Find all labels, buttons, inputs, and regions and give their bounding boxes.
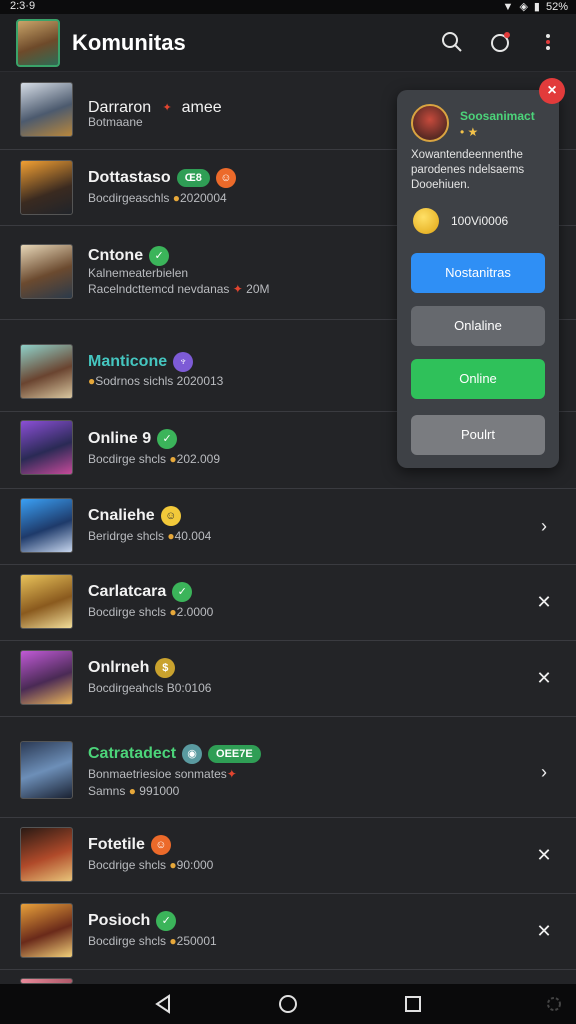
coin-icon: ● (172, 191, 180, 205)
status-bar: 2:3·9 ▼ ◈ ▮ 52% (0, 0, 576, 14)
page-title: Komunitas (72, 30, 186, 55)
home-icon[interactable] (276, 992, 300, 1016)
coin-badge-icon: $ (155, 658, 176, 678)
community-avatar (20, 650, 73, 705)
notification-icon[interactable] (486, 28, 514, 56)
community-avatar (20, 420, 73, 475)
online-button[interactable]: Online (411, 359, 545, 399)
community-name: Dottastaso (88, 169, 171, 187)
check-icon: ✓ (172, 582, 193, 602)
pin-icon[interactable]: ✕ (534, 921, 554, 941)
chevron-right-icon[interactable]: › (534, 762, 554, 782)
emoji-icon: ☺ (150, 835, 171, 855)
community-avatar (20, 344, 73, 399)
system-nav-bar (0, 984, 576, 1024)
check-icon: ✓ (156, 911, 177, 931)
signal-icon: ▼ (502, 0, 514, 13)
recents-icon[interactable] (401, 992, 425, 1016)
community-name: Catratadect (88, 745, 177, 763)
status-time: 2:3·9 (10, 0, 36, 12)
emoji-icon: ☺ (160, 506, 181, 526)
app-bar: Komunitas (0, 14, 576, 72)
wifi-icon: ◈ (519, 1, 528, 13)
close-icon[interactable]: × (539, 78, 565, 104)
avatar (411, 104, 449, 142)
community-name: Online 9 (88, 430, 152, 448)
battery-level: 52% (545, 0, 568, 13)
app-logo (16, 19, 60, 67)
community-avatar (20, 903, 73, 958)
flame-icon: ✦ (162, 102, 172, 114)
community-name: Cnaliehe (88, 507, 155, 525)
profile-popover: × Soosanimact • ★ Xowantendeennenthe par… (397, 78, 565, 468)
notifications-button[interactable]: Nostanitras (411, 253, 545, 293)
back-icon[interactable] (152, 992, 176, 1016)
community-name: Manticone (88, 353, 168, 371)
status-badge: OEE7E (208, 745, 261, 763)
list-item[interactable]: Onlrneh $ Bocdirgeahcls B0:0106 ✕ (0, 641, 576, 717)
list-item[interactable]: Carlatcara ✓ Bocdirge shcls ●2.0000 ✕ (0, 565, 576, 641)
community-avatar (20, 244, 73, 299)
battery-icon: ▮ (533, 1, 540, 13)
community-name: Carlatcara (88, 583, 167, 601)
community-name: Onlrneh (88, 659, 150, 677)
community-name: Darraron (88, 99, 152, 117)
check-icon: ✓ (157, 429, 178, 449)
community-avatar (20, 827, 73, 882)
profile-button[interactable]: Poulrt (411, 415, 545, 455)
screen: 2:3·9 ▼ ◈ ▮ 52% Komunitas Darraron ✦ amee… (0, 0, 576, 1024)
popover-username: Soosanimact (460, 109, 535, 123)
community-avatar (20, 741, 73, 799)
community-avatar (20, 574, 73, 629)
pin-icon[interactable]: ✕ (534, 592, 554, 612)
more-icon[interactable] (534, 28, 562, 56)
eye-icon: ◉ (182, 744, 203, 764)
community-sub: Botmaane (88, 115, 143, 129)
offline-button[interactable]: Onlaline (411, 306, 545, 346)
list-item[interactable]: Fotetile ☺ Bocdrige shcls ●90:000 ✕ (0, 818, 576, 894)
emoji-icon: ☺ (215, 168, 236, 188)
community-avatar (20, 498, 73, 553)
coin-balance: 100Vi0006 (451, 214, 509, 228)
popover-rank: • ★ (460, 125, 479, 139)
list-item[interactable]: Catratadect ◉ OEE7E Bonmaetriesioe sonmate… (0, 717, 576, 818)
accessibility-icon[interactable] (542, 992, 566, 1016)
status-badge: Œ8 (176, 169, 210, 187)
shield-icon: ♆ (173, 352, 194, 372)
list-item[interactable]: Cnaliehe ☺ Beridrge shcls ●40.004 › (0, 489, 576, 565)
chevron-right-icon[interactable]: › (534, 516, 554, 536)
community-avatar (20, 82, 73, 137)
community-name: Posioch (88, 912, 151, 930)
community-avatar (20, 160, 73, 215)
search-icon[interactable] (438, 28, 466, 56)
list-item[interactable]: Posioch ✓ Bocdirge shcls ●250001 ✕ (0, 894, 576, 970)
list-item[interactable] (0, 970, 576, 984)
popover-description: Xowantendeennenthe parodenes ndelsaems D… (411, 149, 525, 191)
community-name: Fotetile (88, 836, 145, 854)
community-name: Cntone (88, 247, 144, 265)
pin-icon[interactable]: ✕ (534, 668, 554, 688)
pin-icon[interactable]: ✕ (534, 845, 554, 865)
coin-icon (413, 208, 439, 234)
check-icon: ✓ (149, 246, 170, 266)
